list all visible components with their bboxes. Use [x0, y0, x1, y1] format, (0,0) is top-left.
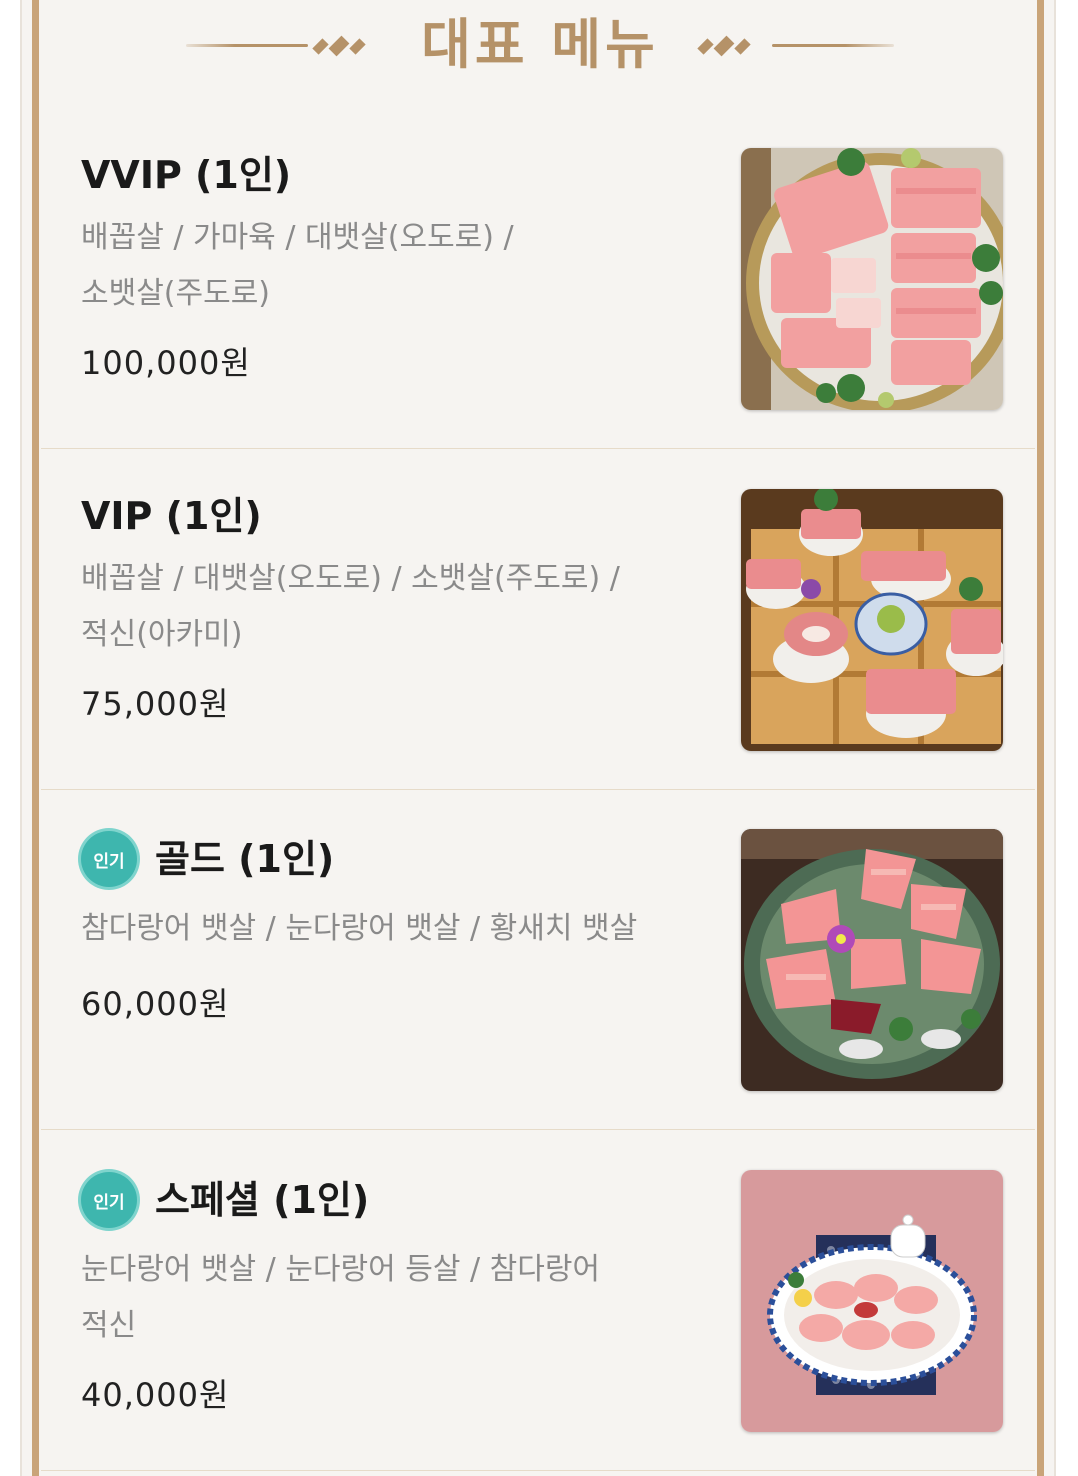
item-desc-line: 배꼽살 / 가마육 / 대뱃살(오도로) /: [81, 220, 514, 255]
item-title-row: VIP (1인): [81, 491, 262, 541]
item-name: VIP (1인): [81, 494, 262, 538]
menu-item-gold[interactable]: 인기 골드 (1인) 참다랑어 뱃살 / 눈다랑어 뱃살 / 황새치 뱃살 60…: [41, 789, 1035, 1130]
item-name: 골드 (1인): [155, 837, 335, 881]
item-desc-line: 소뱃살(주도로): [81, 276, 271, 311]
menu-item-vip[interactable]: VIP (1인) 배꼽살 / 대뱃살(오도로) / 소뱃살(주도로) / 적신(…: [41, 449, 1035, 790]
item-desc-line: 참다랑어 뱃살 / 눈다랑어 뱃살 / 황새치 뱃살: [81, 911, 638, 946]
item-price: 60,000원: [81, 985, 230, 1023]
tuna-sashimi-platter-photo[interactable]: [741, 148, 1003, 410]
menu-page: 대표 메뉴 VVIP (1인) 배꼽살 / 가마육 / 대뱃살(오도로) / 소…: [0, 0, 1078, 1476]
item-price: 100,000원: [81, 344, 251, 382]
tuna-ceramic-bowl-photo[interactable]: [741, 829, 1003, 1091]
item-name: 스페셜 (1인): [155, 1178, 370, 1222]
section-header: 대표 메뉴: [0, 0, 1078, 100]
item-description: 참다랑어 뱃살 / 눈다랑어 뱃살 / 황새치 뱃살: [81, 901, 721, 957]
diamond-ornament-icon: [312, 30, 366, 62]
item-description: 눈다랑어 뱃살 / 눈다랑어 등살 / 참다랑어 적신: [81, 1242, 721, 1354]
section-title: 대표 메뉴: [421, 13, 659, 76]
item-title-row: 인기 골드 (1인): [81, 831, 334, 887]
diamond-ornament-icon: [697, 30, 751, 62]
item-title-row: 인기 스페셜 (1인): [81, 1172, 369, 1228]
item-description: 배꼽살 / 가마육 / 대뱃살(오도로) / 소뱃살(주도로): [81, 210, 721, 322]
tuna-wooden-box-photo[interactable]: [741, 489, 1003, 751]
item-title-row: VVIP (1인): [81, 150, 291, 200]
popular-badge: 인기: [81, 831, 137, 887]
item-desc-line: 적신(아카미): [81, 617, 243, 652]
popular-badge: 인기: [81, 1172, 137, 1228]
item-description: 배꼽살 / 대뱃살(오도로) / 소뱃살(주도로) / 적신(아카미): [81, 551, 721, 663]
header-rule-left: [186, 44, 308, 47]
item-price: 75,000원: [81, 685, 230, 723]
item-desc-line: 눈다랑어 뱃살 / 눈다랑어 등살 / 참다랑어: [81, 1252, 601, 1287]
item-price: 40,000원: [81, 1376, 230, 1414]
header-rule-right: [772, 44, 894, 47]
menu-item-vvip[interactable]: VVIP (1인) 배꼽살 / 가마육 / 대뱃살(오도로) / 소뱃살(주도로…: [41, 108, 1035, 449]
item-desc-line: 배꼽살 / 대뱃살(오도로) / 소뱃살(주도로) /: [81, 561, 620, 596]
menu-item-special[interactable]: 인기 스페셜 (1인) 눈다랑어 뱃살 / 눈다랑어 등살 / 참다랑어 적신 …: [41, 1130, 1035, 1471]
item-name: VVIP (1인): [81, 153, 292, 197]
item-desc-line: 적신: [81, 1308, 137, 1343]
tuna-plate-pink-cloth-photo[interactable]: [741, 1170, 1003, 1432]
